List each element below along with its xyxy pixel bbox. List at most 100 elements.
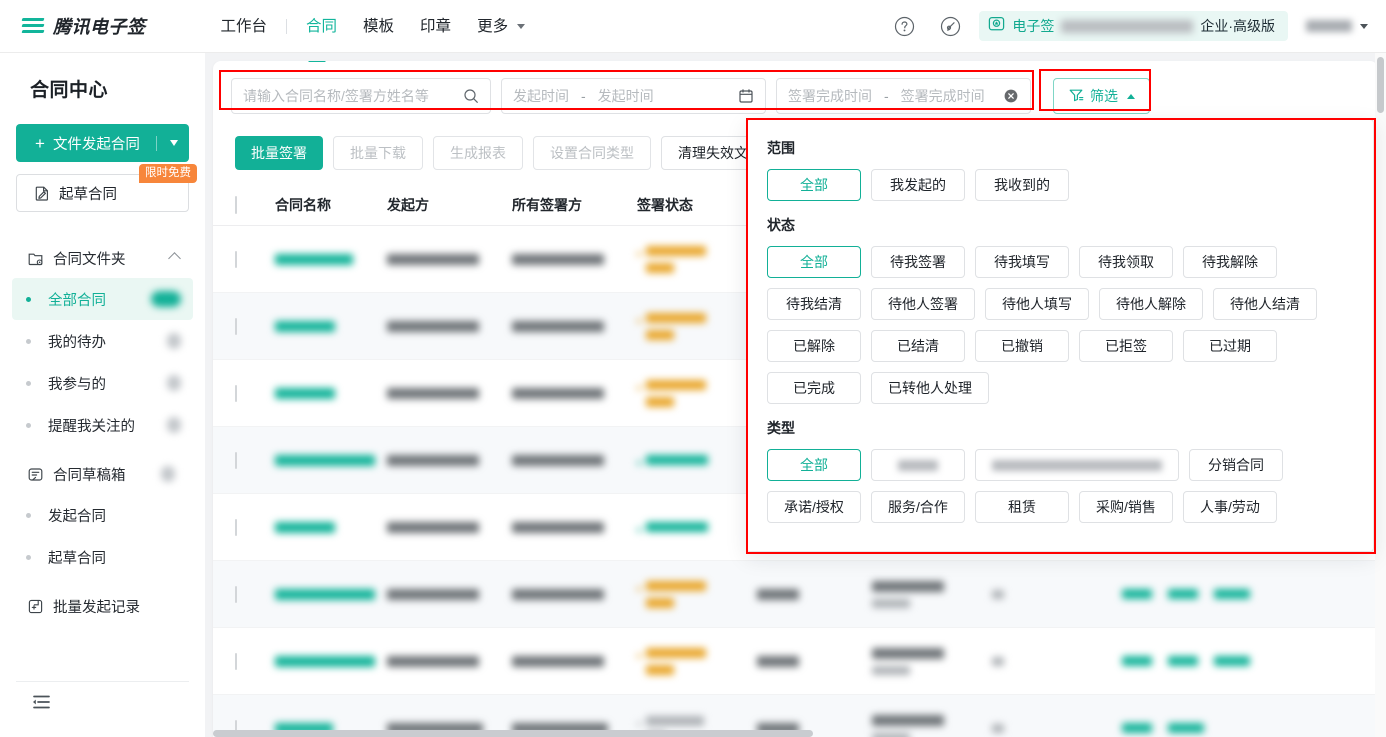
clear-circle-icon[interactable]: [1003, 88, 1019, 104]
row-checkbox[interactable]: [235, 318, 237, 335]
filter-chip-status-await-other-sign[interactable]: 待他人签署: [871, 288, 975, 320]
search-input-placeholder: 请输入合同名称/签署方姓名等: [243, 86, 429, 106]
row-checkbox[interactable]: [235, 452, 237, 469]
nav-item-workbench[interactable]: 工作台: [208, 0, 281, 53]
sidebar-item-all-contracts[interactable]: 全部合同: [12, 278, 193, 320]
draft-contract-button[interactable]: 起草合同 限时免费: [16, 174, 189, 212]
column-header-initiator[interactable]: 发起方: [387, 195, 512, 215]
filter-chip-status-terminated[interactable]: 已解除: [767, 330, 861, 362]
filter-chip-type-lease[interactable]: 租赁: [975, 491, 1069, 523]
table-row[interactable]: [213, 561, 1378, 628]
filter-chip-type-all[interactable]: 全部: [767, 449, 861, 481]
cell-time: [872, 715, 992, 737]
filter-chip-status-await-my-terminate[interactable]: 待我解除: [1183, 246, 1277, 278]
filter-chip-type-hr-labor[interactable]: 人事/劳动: [1183, 491, 1277, 523]
column-header-sign-status[interactable]: 签署状态: [637, 195, 757, 215]
cell-actions[interactable]: [1122, 587, 1262, 602]
brand-logo[interactable]: 腾讯电子签: [22, 13, 146, 39]
filter-chip-status-transferred[interactable]: 已转他人处理: [871, 372, 989, 404]
sidebar-group-label: 合同文件夹: [53, 248, 126, 269]
row-checkbox[interactable]: [235, 385, 237, 402]
filter-chip-status-await-other-terminate[interactable]: 待他人解除: [1099, 288, 1203, 320]
search-icon[interactable]: [463, 88, 479, 104]
filter-chip-scope-initiated-by-me[interactable]: 我发起的: [871, 169, 965, 201]
filter-chip-type-redacted-2[interactable]: [975, 449, 1179, 481]
cell-sign-status: [637, 246, 757, 273]
filter-chip-status-await-other-settle[interactable]: 待他人结清: [1213, 288, 1317, 320]
filter-chip-status-await-my-settle[interactable]: 待我结清: [767, 288, 861, 320]
filter-chip-status-completed[interactable]: 已完成: [767, 372, 861, 404]
filter-chip-status-all[interactable]: 全部: [767, 246, 861, 278]
filter-chip-type-distribution[interactable]: 分销合同: [1189, 449, 1283, 481]
select-all-checkbox-cell: [235, 197, 275, 213]
filter-chip-type-service-cooperation[interactable]: 服务/合作: [871, 491, 965, 523]
sidebar-item-watched[interactable]: 提醒我关注的: [12, 404, 193, 446]
calendar-icon[interactable]: [738, 88, 754, 104]
search-input[interactable]: 请输入合同名称/签署方姓名等: [231, 78, 491, 114]
cell-actions[interactable]: [1122, 654, 1262, 669]
sidebar-group-header-contract-folder[interactable]: 合同文件夹: [12, 238, 193, 278]
seal-icon: [988, 15, 1005, 37]
cell-initiator: [387, 656, 512, 667]
row-checkbox[interactable]: [235, 653, 237, 670]
filter-chip-status-revoked[interactable]: 已撤销: [975, 330, 1069, 362]
filter-chip-scope-all[interactable]: 全部: [767, 169, 861, 201]
filter-button[interactable]: 筛选: [1053, 78, 1150, 114]
cell-time: [872, 648, 992, 675]
nav-divider: [286, 19, 287, 34]
filter-chip-scope-received-by-me[interactable]: 我收到的: [975, 169, 1069, 201]
filter-chip-type-purchase-sale[interactable]: 采购/销售: [1079, 491, 1173, 523]
cell-actions[interactable]: [1122, 721, 1262, 736]
table-horizontal-scrollbar-thumb[interactable]: [213, 730, 813, 737]
caret-down-icon[interactable]: [170, 140, 178, 146]
sidebar-item-my-todo[interactable]: 我的待办: [12, 320, 193, 362]
batch-sign-button[interactable]: 批量签署: [235, 136, 323, 170]
filter-chip-type-commitment-authorization[interactable]: 承诺/授权: [767, 491, 861, 523]
table-row[interactable]: [213, 628, 1378, 695]
badge-count: [167, 417, 181, 433]
sidebar-group-header-draft-box[interactable]: 合同草稿箱: [12, 454, 193, 494]
generate-report-button[interactable]: 生成报表: [433, 136, 523, 170]
filter-chip-status-await-other-fill[interactable]: 待他人填写: [985, 288, 1089, 320]
nav-item-template[interactable]: 模板: [350, 0, 407, 53]
filter-chip-status-await-my-claim[interactable]: 待我领取: [1079, 246, 1173, 278]
user-menu[interactable]: [1306, 20, 1368, 32]
row-checkbox[interactable]: [235, 251, 237, 268]
sidebar-item-initiate-contract[interactable]: 发起合同: [12, 494, 193, 536]
limited-free-ribbon: 限时免费: [139, 164, 197, 183]
nav-item-more[interactable]: 更多: [464, 0, 538, 53]
create-contract-from-file-button[interactable]: + 文件发起合同: [16, 124, 189, 162]
batch-download-button[interactable]: 批量下载: [333, 136, 423, 170]
finish-date-from-placeholder: 签署完成时间: [788, 86, 872, 106]
filter-chip-status-rejected[interactable]: 已拒签: [1079, 330, 1173, 362]
column-header-contract-name[interactable]: 合同名称: [275, 195, 387, 215]
filter-chip-status-await-my-sign[interactable]: 待我签署: [871, 246, 965, 278]
sidebar-item-draft-contract[interactable]: 起草合同: [12, 536, 193, 578]
page-scrollbar-thumb[interactable]: [1377, 57, 1384, 113]
filter-chip-status-settled[interactable]: 已结清: [871, 330, 965, 362]
caret-up-icon: [1127, 94, 1135, 99]
filter-chip-status-await-my-fill[interactable]: 待我填写: [975, 246, 1069, 278]
sidebar-item-participated[interactable]: 我参与的: [12, 362, 193, 404]
nav-item-contract[interactable]: 合同: [293, 0, 350, 53]
set-contract-type-button[interactable]: 设置合同类型: [533, 136, 651, 170]
pen-circle-icon[interactable]: [933, 9, 967, 43]
start-date-range-input[interactable]: 发起时间 - 发起时间: [501, 78, 766, 114]
filter-chip-type-redacted-1[interactable]: [871, 449, 965, 481]
nav-item-seal[interactable]: 印章: [407, 0, 464, 53]
sidebar-item-batch-records[interactable]: 批量发起记录: [12, 586, 193, 626]
help-icon[interactable]: [887, 9, 921, 43]
finish-date-range-input[interactable]: 签署完成时间 - 签署完成时间: [776, 78, 1031, 114]
collapse-sidebar-icon[interactable]: [30, 694, 52, 715]
org-badge[interactable]: 电子签 企业·高级版: [979, 11, 1288, 41]
batch-doc-icon: [26, 598, 44, 615]
sidebar-item-label: 我参与的: [48, 373, 106, 394]
chevron-up-icon[interactable]: [168, 252, 181, 265]
row-checkbox[interactable]: [235, 586, 237, 603]
row-checkbox[interactable]: [235, 519, 237, 536]
funnel-icon: [1068, 87, 1084, 106]
column-header-all-signers[interactable]: 所有签署方: [512, 195, 637, 215]
cell-all-signers: [512, 388, 637, 399]
select-all-checkbox[interactable]: [235, 196, 237, 214]
filter-chip-status-expired[interactable]: 已过期: [1183, 330, 1277, 362]
